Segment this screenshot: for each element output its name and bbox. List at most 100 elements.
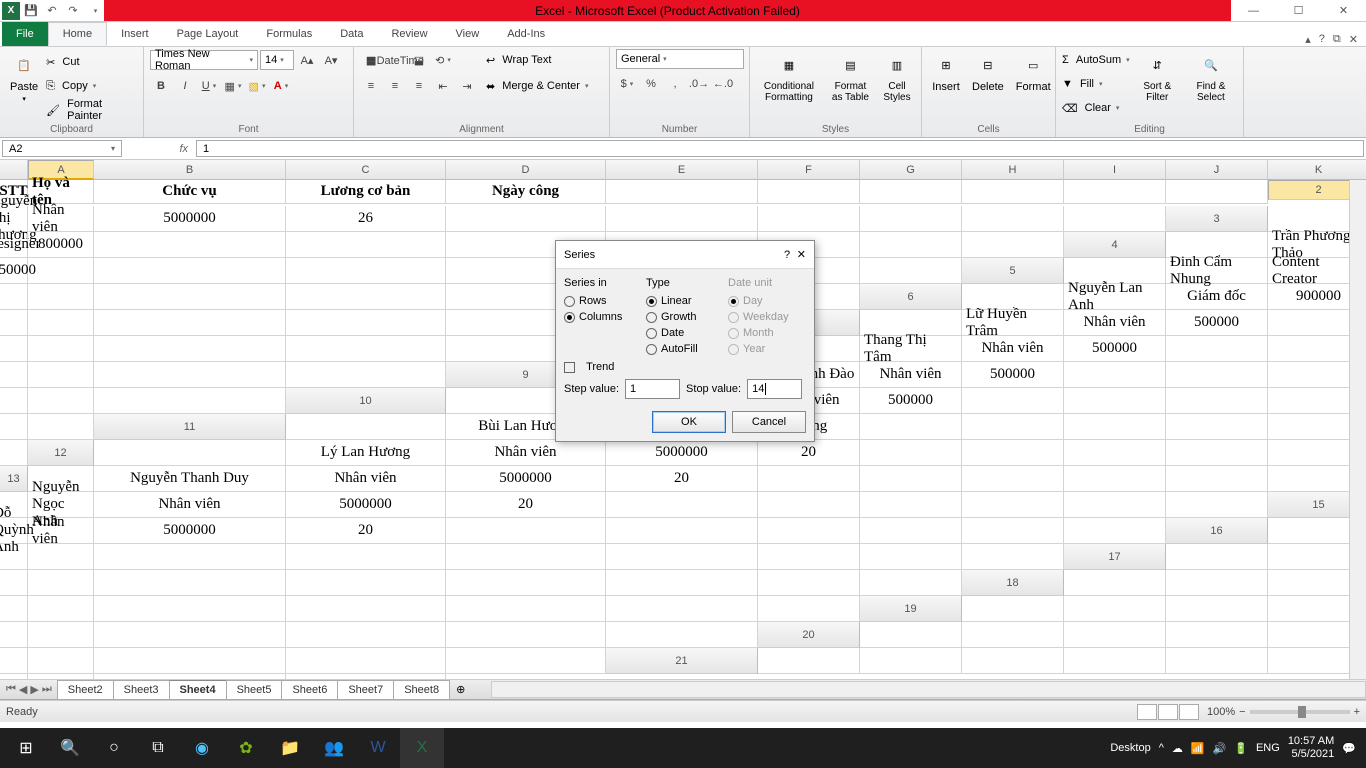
row-header[interactable]: 6 (860, 284, 962, 310)
tray-chevron-icon[interactable]: ^ (1159, 742, 1164, 754)
cell[interactable]: 500000 (1064, 336, 1166, 362)
bold-button[interactable]: B (150, 75, 172, 97)
cell[interactable] (94, 258, 286, 284)
cell[interactable] (962, 518, 1064, 544)
col-header[interactable]: F (758, 160, 860, 180)
stop-value-input[interactable]: 14 (747, 379, 802, 399)
close-button[interactable]: ✕ (1321, 0, 1366, 22)
col-header[interactable]: J (1166, 160, 1268, 180)
cell[interactable] (606, 622, 758, 648)
cell[interactable] (860, 180, 962, 204)
wrap-text-button[interactable]: ↩ Wrap Text (486, 49, 588, 71)
cell[interactable] (962, 648, 1064, 674)
row-header[interactable]: 5 (962, 258, 1064, 284)
radio-growth[interactable]: Growth (646, 311, 718, 323)
cell[interactable] (606, 518, 758, 544)
cell[interactable] (94, 674, 286, 680)
cell[interactable] (1064, 622, 1166, 648)
cell[interactable]: Nguyễn Lan Anh (1064, 284, 1166, 310)
cell[interactable] (286, 336, 446, 362)
new-sheet-button[interactable]: ⊕ (450, 683, 471, 696)
wifi-icon[interactable]: 📶 (1191, 742, 1205, 755)
cell[interactable] (962, 180, 1064, 204)
cell[interactable] (0, 544, 28, 570)
teams-icon[interactable]: 👥 (312, 728, 356, 768)
cell[interactable] (94, 284, 286, 310)
language-indicator[interactable]: ENG (1256, 742, 1280, 754)
row-header[interactable]: 21 (606, 648, 758, 674)
align-middle-icon[interactable]: ⬓DateTime (384, 49, 406, 71)
cell[interactable] (962, 440, 1064, 466)
ok-button[interactable]: OK (652, 411, 726, 433)
cell[interactable]: 750000 (0, 258, 28, 284)
cell[interactable] (0, 284, 28, 310)
cell[interactable]: Giám đốc (1166, 284, 1268, 310)
cell[interactable] (94, 596, 286, 622)
cell[interactable]: Chức vụ (94, 180, 286, 204)
cell[interactable] (606, 206, 758, 232)
cell[interactable] (962, 414, 1064, 440)
formula-input[interactable]: 1 (196, 140, 1364, 157)
format-painter-button[interactable]: 🖌 Format Painter (46, 99, 137, 121)
align-bottom-icon[interactable]: ⬓ (408, 49, 430, 71)
cell[interactable] (28, 570, 94, 596)
cell[interactable] (28, 622, 94, 648)
cell[interactable] (0, 310, 28, 336)
align-right-icon[interactable]: ≡ (408, 75, 430, 97)
cell[interactable]: Lý Lan Hương (286, 440, 446, 466)
cancel-button[interactable]: Cancel (732, 411, 806, 433)
row-header[interactable]: 3 (1166, 206, 1268, 232)
window-restore-icon[interactable]: ⧉ (1333, 33, 1341, 46)
fx-button[interactable]: fx (124, 138, 194, 159)
cell[interactable] (28, 414, 94, 440)
cell[interactable] (1064, 492, 1166, 518)
cell[interactable] (286, 362, 446, 388)
cell[interactable]: 500000 (962, 362, 1064, 388)
start-button[interactable]: ⊞ (4, 728, 48, 768)
cell[interactable] (860, 440, 962, 466)
cell[interactable] (860, 622, 962, 648)
cell[interactable] (758, 180, 860, 204)
merge-center-button[interactable]: ⬌ Merge & Center (486, 75, 588, 97)
cell[interactable] (1166, 414, 1268, 440)
cell[interactable] (28, 336, 94, 362)
tab-file[interactable]: File (2, 22, 48, 46)
cell[interactable] (446, 570, 606, 596)
cell[interactable] (606, 544, 758, 570)
cell[interactable] (0, 648, 28, 674)
cell[interactable] (1064, 648, 1166, 674)
cell[interactable]: Nhân viên (1064, 310, 1166, 336)
col-header[interactable]: K (1268, 160, 1366, 180)
number-format-select[interactable]: General (616, 49, 744, 69)
cell[interactable] (860, 414, 962, 440)
cell[interactable] (0, 336, 28, 362)
cell[interactable] (0, 622, 28, 648)
cell[interactable] (1166, 440, 1268, 466)
format-cells-button[interactable]: ▭Format (1012, 49, 1055, 95)
cell[interactable]: 20 (758, 440, 860, 466)
sheet-tab[interactable]: Sheet7 (337, 680, 394, 699)
cut-button[interactable]: ✂ Cut (46, 51, 137, 73)
sort-filter-button[interactable]: ⇵Sort & Filter (1134, 49, 1181, 105)
cell[interactable]: 5000000 (286, 492, 446, 518)
sheet-tab[interactable]: Sheet2 (57, 680, 114, 699)
cell[interactable] (860, 648, 962, 674)
cell[interactable]: Designer (0, 232, 28, 258)
cell[interactable] (446, 206, 606, 232)
cell[interactable] (94, 544, 286, 570)
cell[interactable] (758, 466, 860, 492)
cell[interactable] (1064, 596, 1166, 622)
cell[interactable]: 20 (606, 466, 758, 492)
cell[interactable]: Đỗ Quỳnh Anh (0, 518, 28, 544)
cell[interactable] (28, 258, 94, 284)
notifications-icon[interactable]: 💬 (1342, 742, 1356, 755)
task-view-icon[interactable]: ⧉ (136, 728, 180, 768)
cell[interactable] (860, 544, 962, 570)
desktop-label[interactable]: Desktop (1110, 742, 1150, 754)
sheet-tab[interactable]: Sheet8 (393, 680, 450, 699)
cell[interactable] (860, 492, 962, 518)
row-header[interactable]: 11 (94, 414, 286, 440)
cell[interactable] (860, 466, 962, 492)
cell[interactable]: Nhân viên (28, 206, 94, 232)
cell[interactable]: 20 (286, 518, 446, 544)
